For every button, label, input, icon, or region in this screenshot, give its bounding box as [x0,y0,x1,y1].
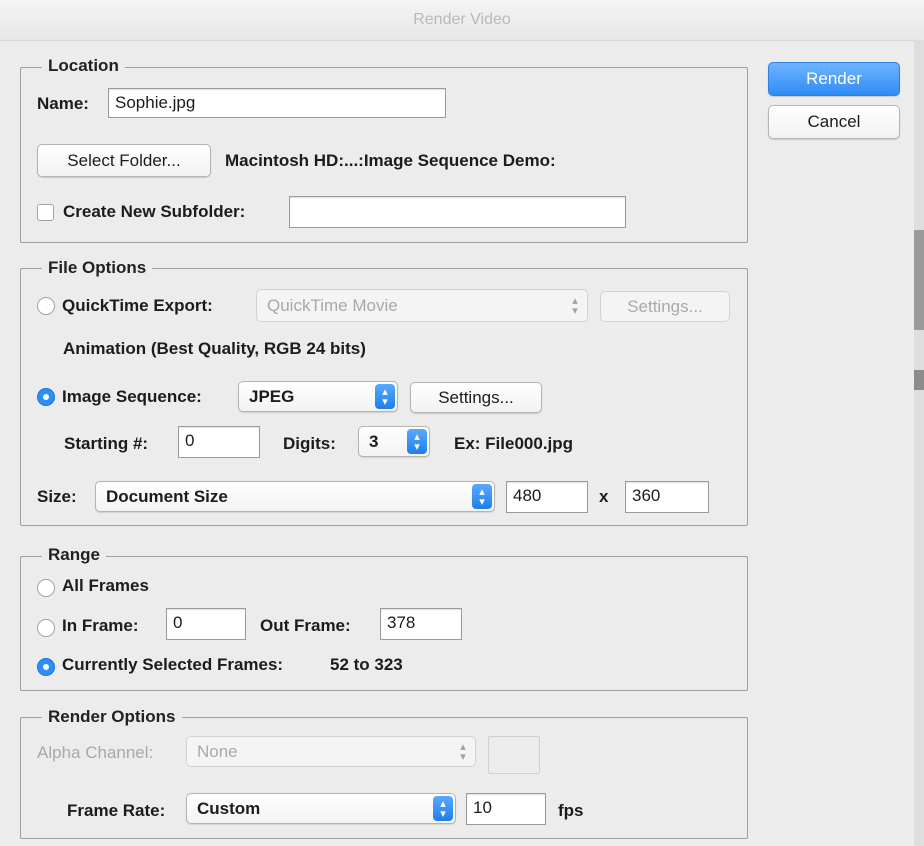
background-window-edge [914,40,924,846]
fps-field[interactable]: 10 [466,793,546,825]
frame-rate-select[interactable]: Custom ▴ ▾ [186,793,456,824]
folder-path: Macintosh HD:...:Image Sequence Demo: [225,151,556,170]
select-arrows-icon: ▴ ▾ [433,796,453,821]
quicktime-format-select[interactable]: QuickTime Movie ▴ ▾ [256,289,588,322]
in-frame-label: In Frame: [62,616,139,635]
quicktime-export-radio[interactable] [37,297,55,315]
file-options-legend: File Options [42,258,153,278]
out-frame-field[interactable]: 378 [380,608,462,640]
in-frame-radio[interactable] [37,619,55,637]
out-frame-label: Out Frame: [260,616,351,635]
size-select[interactable]: Document Size ▴ ▾ [95,481,495,512]
name-field[interactable]: Sophie.jpg [108,88,446,118]
quicktime-description: Animation (Best Quality, RGB 24 bits) [63,339,366,358]
size-value: Document Size [106,487,228,506]
digits-label: Digits: [283,434,336,453]
currently-selected-frames-label: Currently Selected Frames: [62,655,284,674]
quicktime-export-label: QuickTime Export: [62,296,213,315]
height-field[interactable]: 360 [625,481,709,513]
subfolder-name-field[interactable] [289,196,626,228]
size-label: Size: [37,487,77,506]
filename-example: Ex: File000.jpg [454,434,574,453]
alpha-channel-select[interactable]: None ▴ ▾ [186,736,476,767]
select-arrows-icon: ▴ ▾ [572,294,578,317]
image-sequence-settings-button[interactable]: Settings... [410,382,542,413]
currently-selected-frames-value: 52 to 323 [330,655,403,674]
quicktime-format-value: QuickTime Movie [267,296,398,315]
quicktime-settings-button[interactable]: Settings... [600,291,730,322]
render-button[interactable]: Render [768,62,900,96]
alpha-channel-label: Alpha Channel: [37,743,154,762]
image-sequence-format-select[interactable]: JPEG ▴ ▾ [238,381,398,412]
range-legend: Range [42,545,106,565]
render-options-legend: Render Options [42,707,182,727]
fps-unit-label: fps [558,801,584,820]
window-titlebar: Render Video [0,0,924,41]
starting-number-field[interactable]: 0 [178,426,260,458]
create-subfolder-checkbox[interactable] [37,204,54,221]
frame-rate-label: Frame Rate: [67,801,166,820]
window-title: Render Video [413,11,511,28]
digits-value: 3 [369,432,379,451]
image-sequence-label: Image Sequence: [62,387,202,406]
starting-number-label: Starting #: [64,434,149,453]
select-arrows-icon: ▴ ▾ [460,740,466,763]
cancel-button[interactable]: Cancel [768,105,900,139]
image-sequence-format-value: JPEG [249,387,295,406]
create-subfolder-label: Create New Subfolder: [63,202,246,221]
alpha-channel-value: None [197,742,238,761]
digits-select[interactable]: 3 ▴ ▾ [358,426,430,457]
location-legend: Location [42,56,125,76]
select-folder-button[interactable]: Select Folder... [37,144,211,177]
currently-selected-frames-radio[interactable] [37,658,55,676]
size-x-label: x [599,487,609,506]
select-arrows-icon: ▴ ▾ [375,384,395,409]
frame-rate-value: Custom [197,799,261,818]
select-arrows-icon: ▴ ▾ [472,484,492,509]
width-field[interactable]: 480 [506,481,588,513]
alpha-color-swatch[interactable] [488,736,540,774]
select-arrows-icon: ▴ ▾ [407,429,427,454]
all-frames-radio[interactable] [37,579,55,597]
in-frame-field[interactable]: 0 [166,608,246,640]
image-sequence-radio[interactable] [37,388,55,406]
all-frames-label: All Frames [62,576,149,595]
name-label: Name: [37,94,89,113]
